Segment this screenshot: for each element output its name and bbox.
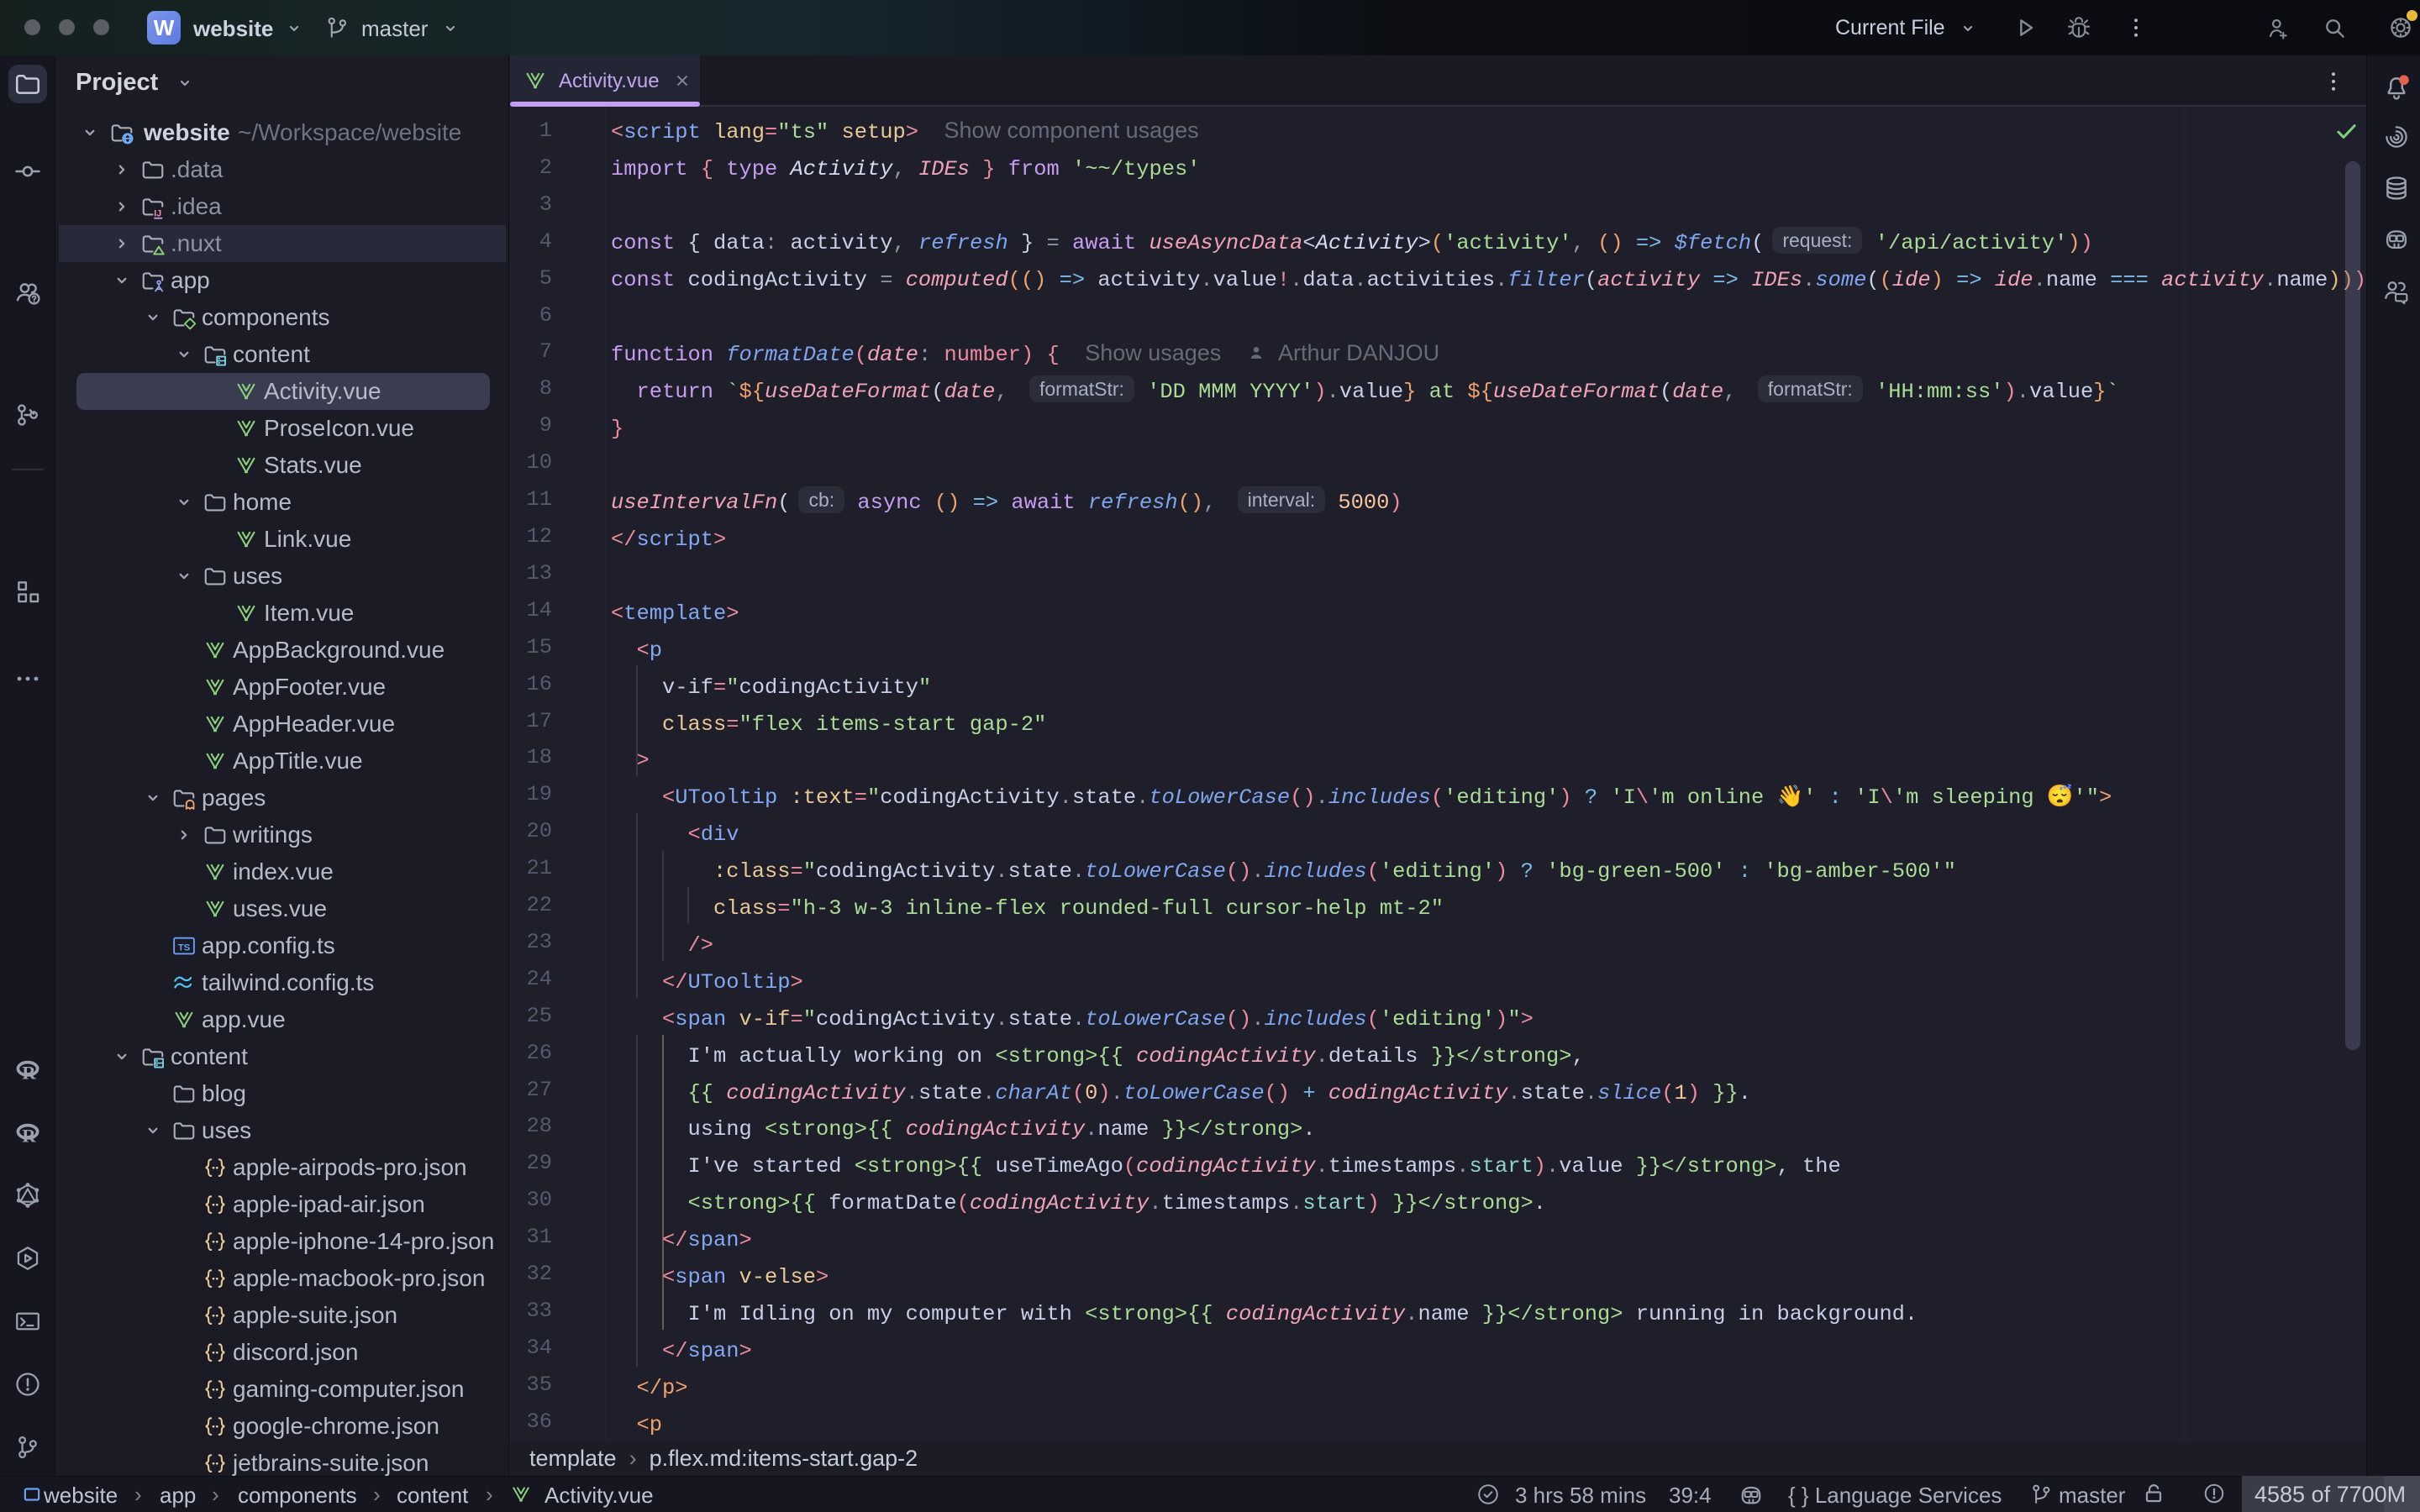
svg-text:IJ: IJ: [154, 208, 161, 218]
svg-text:R: R: [22, 1126, 36, 1147]
svg-text:R: R: [22, 1063, 36, 1084]
svg-text:TS: TS: [178, 942, 191, 953]
